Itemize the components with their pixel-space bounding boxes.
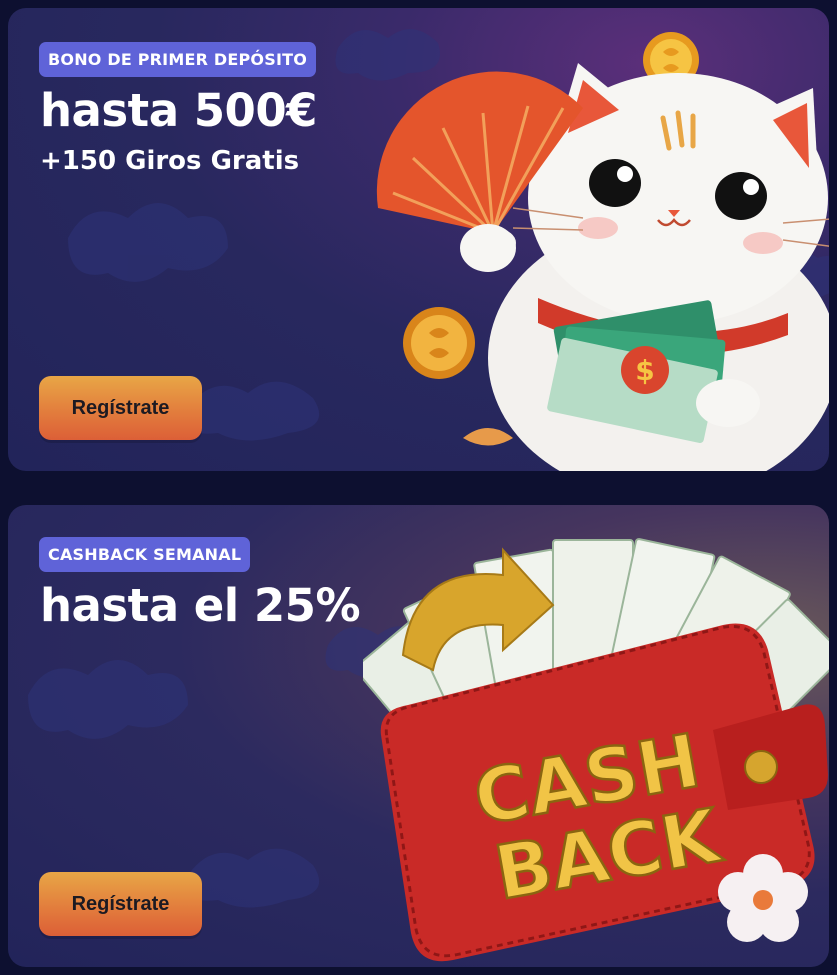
svg-text:$: $ <box>635 354 654 387</box>
lucky-cat-illustration: $ <box>376 32 829 471</box>
bonus-badge: BONO DE PRIMER DEPÓSITO <box>39 42 317 77</box>
register-button[interactable]: Regístrate <box>39 872 202 936</box>
register-button[interactable]: Regístrate <box>39 376 202 440</box>
bonus-headline: hasta 500€ <box>40 84 317 137</box>
cashback-badge: CASHBACK SEMANAL <box>39 537 251 572</box>
gold-coin-icon <box>403 307 475 379</box>
bonus-subline: +150 Giros Gratis <box>40 146 300 176</box>
cashback-headline: hasta el 25% <box>40 579 361 632</box>
promo-card-first-deposit[interactable]: BONO DE PRIMER DEPÓSITO hasta 500€ +150 … <box>8 8 829 471</box>
cashback-wallet-illustration: CASH BACK <box>363 538 829 962</box>
promo-card-weekly-cashback[interactable]: CASHBACK SEMANAL hasta el 25% CASH BACK <box>8 505 829 967</box>
